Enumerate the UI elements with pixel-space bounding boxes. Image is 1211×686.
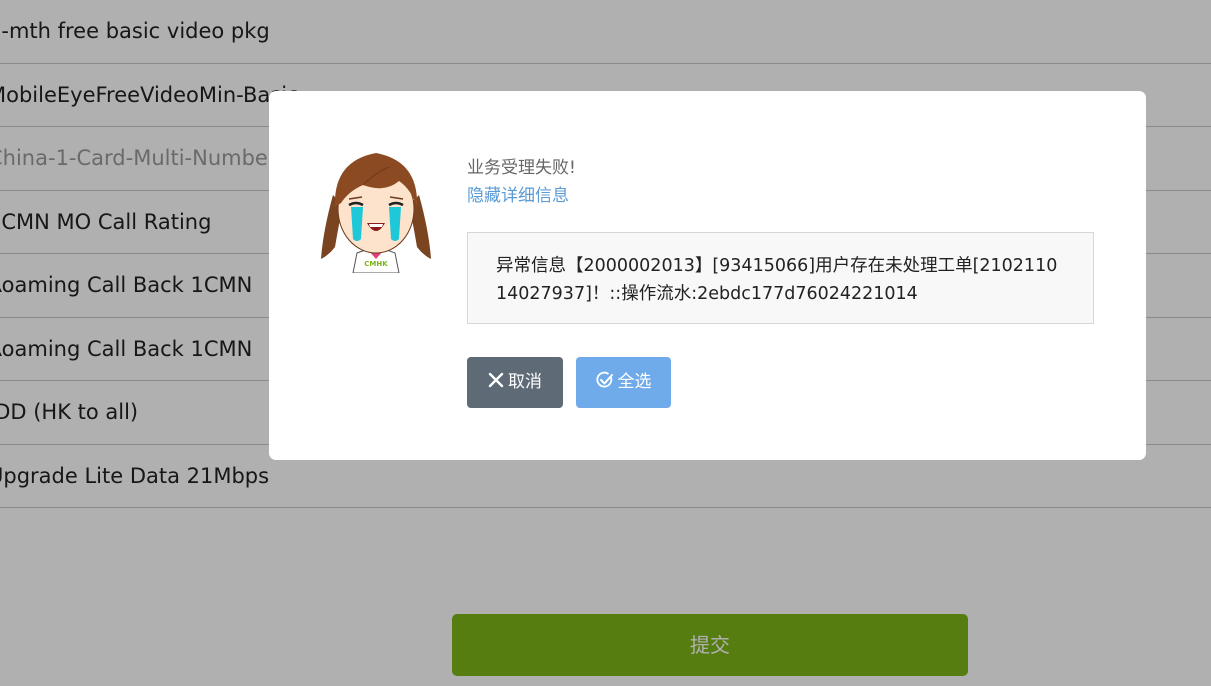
error-detail-box: 异常信息【2000002013】[93415066]用户存在未处理工单[2102… — [467, 232, 1094, 324]
check-circle-icon — [595, 371, 613, 388]
cancel-button[interactable]: 取消 — [467, 357, 563, 408]
error-dialog: CMHK 业务受理失败! 隐藏详细信息 异常信息【2000002013】[934… — [269, 91, 1146, 460]
hide-details-link[interactable]: 隐藏详细信息 — [467, 181, 569, 206]
status-title: 业务受理失败! — [467, 158, 576, 178]
error-detail-text: 异常信息【2000002013】[93415066]用户存在未处理工单[2102… — [496, 256, 1058, 304]
select-all-button[interactable]: 全选 — [576, 357, 671, 408]
crying-girl-avatar: CMHK — [321, 153, 431, 273]
select-all-button-label: 全选 — [617, 372, 652, 392]
cancel-button-label: 取消 — [508, 372, 542, 392]
close-icon — [488, 372, 504, 388]
page: 2-mth free basic video pkg MobileEyeFree… — [0, 0, 1211, 686]
badge-text: CMHK — [364, 260, 388, 268]
